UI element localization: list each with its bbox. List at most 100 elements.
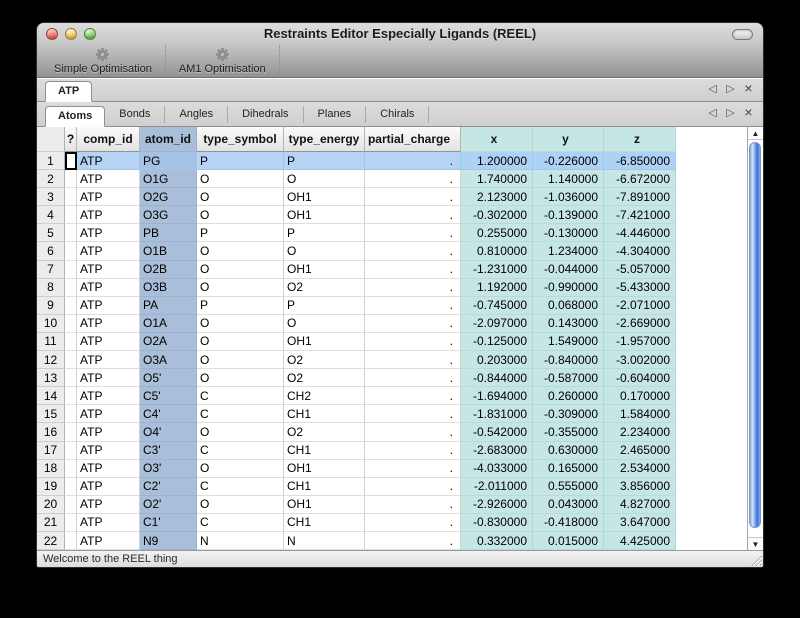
cell-type_energy[interactable]: O bbox=[284, 170, 365, 188]
column-header-partial_charge[interactable]: partial_charge bbox=[365, 127, 461, 152]
cell-z[interactable]: 3.647000 bbox=[604, 514, 676, 532]
cell-partial_charge[interactable]: . bbox=[365, 224, 461, 242]
cell-comp_id[interactable]: ATP bbox=[77, 496, 140, 514]
tab-scroll-right-icon[interactable]: ▷ bbox=[724, 82, 737, 95]
cell-x[interactable]: -0.125000 bbox=[461, 333, 533, 351]
cell-comp_id[interactable]: ATP bbox=[77, 315, 140, 333]
cell-y[interactable]: -0.226000 bbox=[533, 152, 604, 170]
cell-x[interactable]: -2.097000 bbox=[461, 315, 533, 333]
cell-type_symbol[interactable]: O bbox=[197, 170, 284, 188]
cell-x[interactable]: 0.332000 bbox=[461, 532, 533, 550]
cell-z[interactable]: -4.446000 bbox=[604, 224, 676, 242]
cell-x[interactable]: -1.231000 bbox=[461, 261, 533, 279]
cell-x[interactable]: -2.926000 bbox=[461, 496, 533, 514]
cell-y[interactable]: 0.260000 bbox=[533, 387, 604, 405]
cell-type_symbol[interactable]: O bbox=[197, 242, 284, 260]
cell-type_symbol[interactable]: O bbox=[197, 423, 284, 441]
cell-partial_charge[interactable]: . bbox=[365, 170, 461, 188]
zoom-window-button[interactable] bbox=[84, 28, 96, 40]
cell-type_symbol[interactable]: O bbox=[197, 188, 284, 206]
cell-type_energy[interactable]: OH1 bbox=[284, 261, 365, 279]
cell-x[interactable]: -2.011000 bbox=[461, 478, 533, 496]
tab-close-icon[interactable]: × bbox=[742, 83, 755, 94]
cell-type_symbol[interactable]: O bbox=[197, 351, 284, 369]
cell-type_symbol[interactable]: O bbox=[197, 369, 284, 387]
cell-y[interactable]: 1.140000 bbox=[533, 170, 604, 188]
cell-partial_charge[interactable]: . bbox=[365, 297, 461, 315]
tab-planes[interactable]: Planes bbox=[304, 106, 367, 123]
column-header-comp_id[interactable]: comp_id bbox=[77, 127, 140, 152]
cell-partial_charge[interactable]: . bbox=[365, 351, 461, 369]
cell-type_energy[interactable]: P bbox=[284, 297, 365, 315]
cell-partial_charge[interactable]: . bbox=[365, 206, 461, 224]
cell-type_energy[interactable]: O bbox=[284, 315, 365, 333]
cell-type_energy[interactable]: CH1 bbox=[284, 405, 365, 423]
cell-type_energy[interactable]: OH1 bbox=[284, 460, 365, 478]
tab-scroll-left-icon[interactable]: ◁ bbox=[706, 82, 719, 95]
cell-partial_charge[interactable]: . bbox=[365, 188, 461, 206]
cell-atom_id[interactable]: O1A bbox=[140, 315, 197, 333]
row-number[interactable]: 21 bbox=[37, 514, 65, 532]
cell-partial_charge[interactable]: . bbox=[365, 279, 461, 297]
scrollbar-thumb[interactable] bbox=[749, 142, 761, 528]
cell-atom_id[interactable]: C5' bbox=[140, 387, 197, 405]
scroll-up-icon[interactable]: ▲ bbox=[748, 127, 763, 140]
cell-type_energy[interactable]: O2 bbox=[284, 369, 365, 387]
cell-z[interactable]: -4.304000 bbox=[604, 242, 676, 260]
cell-type_symbol[interactable]: O bbox=[197, 496, 284, 514]
cell-type_symbol[interactable]: C bbox=[197, 405, 284, 423]
cell-type_symbol[interactable]: P bbox=[197, 297, 284, 315]
cell-x[interactable]: 1.192000 bbox=[461, 279, 533, 297]
cell-y[interactable]: 0.630000 bbox=[533, 442, 604, 460]
titlebar[interactable]: Restraints Editor Especially Ligands (RE… bbox=[37, 23, 763, 45]
cell-atom_id[interactable]: O3B bbox=[140, 279, 197, 297]
cell-x[interactable]: 2.123000 bbox=[461, 188, 533, 206]
column-header-flag[interactable]: ? bbox=[65, 127, 77, 152]
cell-atom_id[interactable]: O3' bbox=[140, 460, 197, 478]
cell-type_symbol[interactable]: P bbox=[197, 224, 284, 242]
cell-x[interactable]: 0.203000 bbox=[461, 351, 533, 369]
cell-atom_id[interactable]: O3A bbox=[140, 351, 197, 369]
cell-partial_charge[interactable]: . bbox=[365, 460, 461, 478]
cell-y[interactable]: -0.587000 bbox=[533, 369, 604, 387]
cell-flag[interactable] bbox=[65, 351, 77, 369]
cell-flag[interactable] bbox=[65, 423, 77, 441]
cell-x[interactable]: -0.302000 bbox=[461, 206, 533, 224]
cell-z[interactable]: 1.584000 bbox=[604, 405, 676, 423]
cell-z[interactable]: 2.234000 bbox=[604, 423, 676, 441]
row-number[interactable]: 14 bbox=[37, 387, 65, 405]
minimize-window-button[interactable] bbox=[65, 28, 77, 40]
cell-atom_id[interactable]: O2' bbox=[140, 496, 197, 514]
cell-y[interactable]: -1.036000 bbox=[533, 188, 604, 206]
cell-atom_id[interactable]: PB bbox=[140, 224, 197, 242]
cell-z[interactable]: 2.534000 bbox=[604, 460, 676, 478]
cell-z[interactable]: -2.071000 bbox=[604, 297, 676, 315]
cell-comp_id[interactable]: ATP bbox=[77, 206, 140, 224]
cell-type_energy[interactable]: O2 bbox=[284, 351, 365, 369]
cell-flag[interactable] bbox=[65, 460, 77, 478]
cell-z[interactable]: -0.604000 bbox=[604, 369, 676, 387]
cell-type_energy[interactable]: OH1 bbox=[284, 188, 365, 206]
cell-partial_charge[interactable]: . bbox=[365, 261, 461, 279]
cell-z[interactable]: 4.425000 bbox=[604, 532, 676, 550]
cell-atom_id[interactable]: PA bbox=[140, 297, 197, 315]
cell-z[interactable]: 0.170000 bbox=[604, 387, 676, 405]
cell-z[interactable]: -5.057000 bbox=[604, 261, 676, 279]
cell-flag[interactable] bbox=[65, 279, 77, 297]
cell-x[interactable]: 0.255000 bbox=[461, 224, 533, 242]
cell-flag[interactable] bbox=[65, 170, 77, 188]
column-header-atom_id[interactable]: atom_id bbox=[140, 127, 197, 152]
cell-flag[interactable] bbox=[65, 387, 77, 405]
cell-comp_id[interactable]: ATP bbox=[77, 514, 140, 532]
cell-type_symbol[interactable]: O bbox=[197, 206, 284, 224]
cell-atom_id[interactable]: O2A bbox=[140, 333, 197, 351]
cell-comp_id[interactable]: ATP bbox=[77, 478, 140, 496]
cell-type_energy[interactable]: O bbox=[284, 242, 365, 260]
cell-z[interactable]: -5.433000 bbox=[604, 279, 676, 297]
cell-partial_charge[interactable]: . bbox=[365, 242, 461, 260]
cell-flag[interactable] bbox=[65, 532, 77, 550]
cell-type_symbol[interactable]: O bbox=[197, 279, 284, 297]
row-number[interactable]: 22 bbox=[37, 532, 65, 550]
column-header-x[interactable]: x bbox=[461, 127, 533, 152]
row-number[interactable]: 18 bbox=[37, 460, 65, 478]
